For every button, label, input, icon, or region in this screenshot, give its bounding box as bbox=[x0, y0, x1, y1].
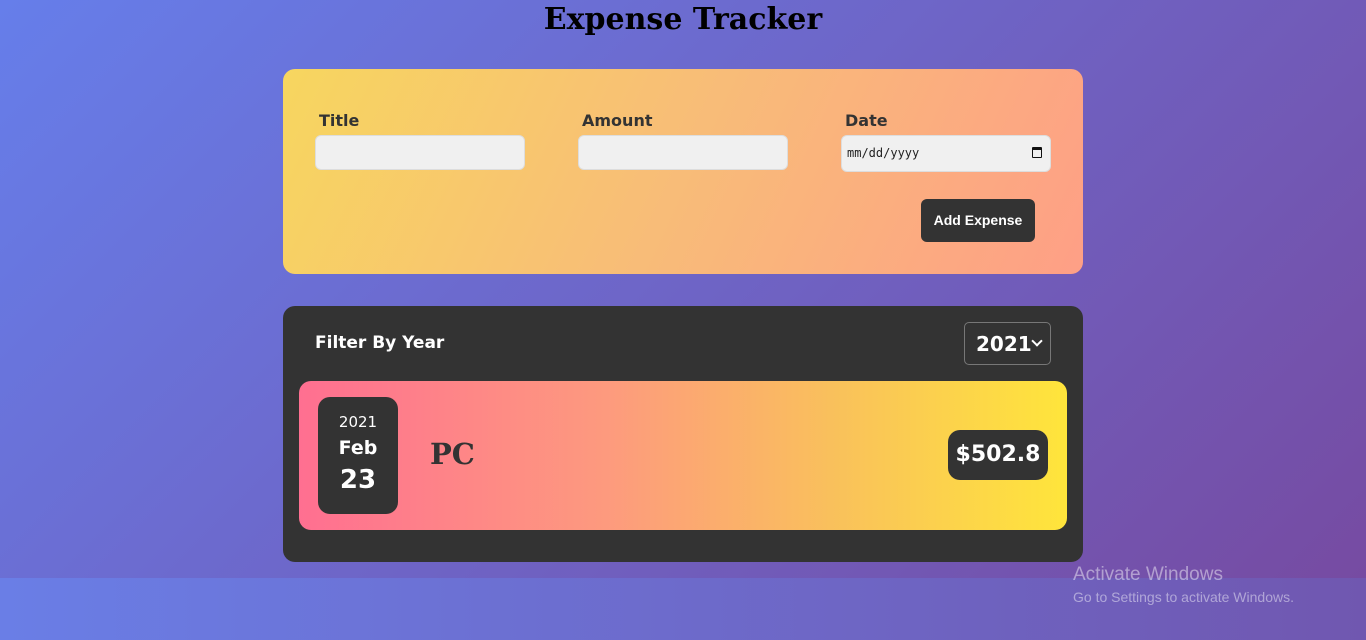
watermark-subtitle: Go to Settings to activate Windows. bbox=[1073, 589, 1294, 605]
date-label: Date bbox=[845, 111, 888, 130]
amount-input[interactable] bbox=[578, 135, 788, 170]
expense-item: 2021 Feb 23 PC $502.8 bbox=[299, 381, 1067, 530]
new-expense-form: Title Amount Date mm/dd/yyyy Add Expense bbox=[283, 69, 1083, 274]
page-title: Expense Tracker bbox=[543, 2, 823, 37]
date-placeholder: mm/dd/yyyy bbox=[847, 146, 920, 160]
date-input[interactable]: mm/dd/yyyy bbox=[841, 135, 1051, 172]
expenses-panel: Filter By Year 2021 2021 Feb 23 PC $502.… bbox=[283, 306, 1083, 562]
amount-field: Amount bbox=[578, 111, 788, 170]
chevron-down-icon bbox=[1031, 335, 1043, 347]
title-input[interactable] bbox=[315, 135, 525, 170]
filter-label: Filter By Year bbox=[315, 333, 445, 353]
amount-label: Amount bbox=[582, 111, 653, 130]
expense-title: PC bbox=[430, 437, 475, 471]
expense-date-year: 2021 bbox=[338, 413, 378, 431]
expense-date-day: 23 bbox=[339, 465, 377, 495]
add-expense-button[interactable]: Add Expense bbox=[921, 199, 1035, 242]
calendar-icon[interactable] bbox=[1032, 147, 1042, 158]
expense-amount: $502.8 bbox=[948, 430, 1048, 480]
year-filter-select[interactable]: 2021 bbox=[964, 322, 1051, 365]
year-filter-value: 2021 bbox=[976, 332, 1032, 356]
expense-date-month: Feb bbox=[338, 437, 378, 459]
title-field: Title bbox=[315, 111, 525, 170]
date-field: Date mm/dd/yyyy bbox=[841, 111, 1051, 172]
watermark-title: Activate Windows bbox=[1073, 564, 1223, 585]
activate-windows-watermark: Activate Windows Go to Settings to activ… bbox=[1073, 564, 1294, 605]
title-label: Title bbox=[319, 111, 360, 130]
expense-date: 2021 Feb 23 bbox=[318, 397, 398, 514]
